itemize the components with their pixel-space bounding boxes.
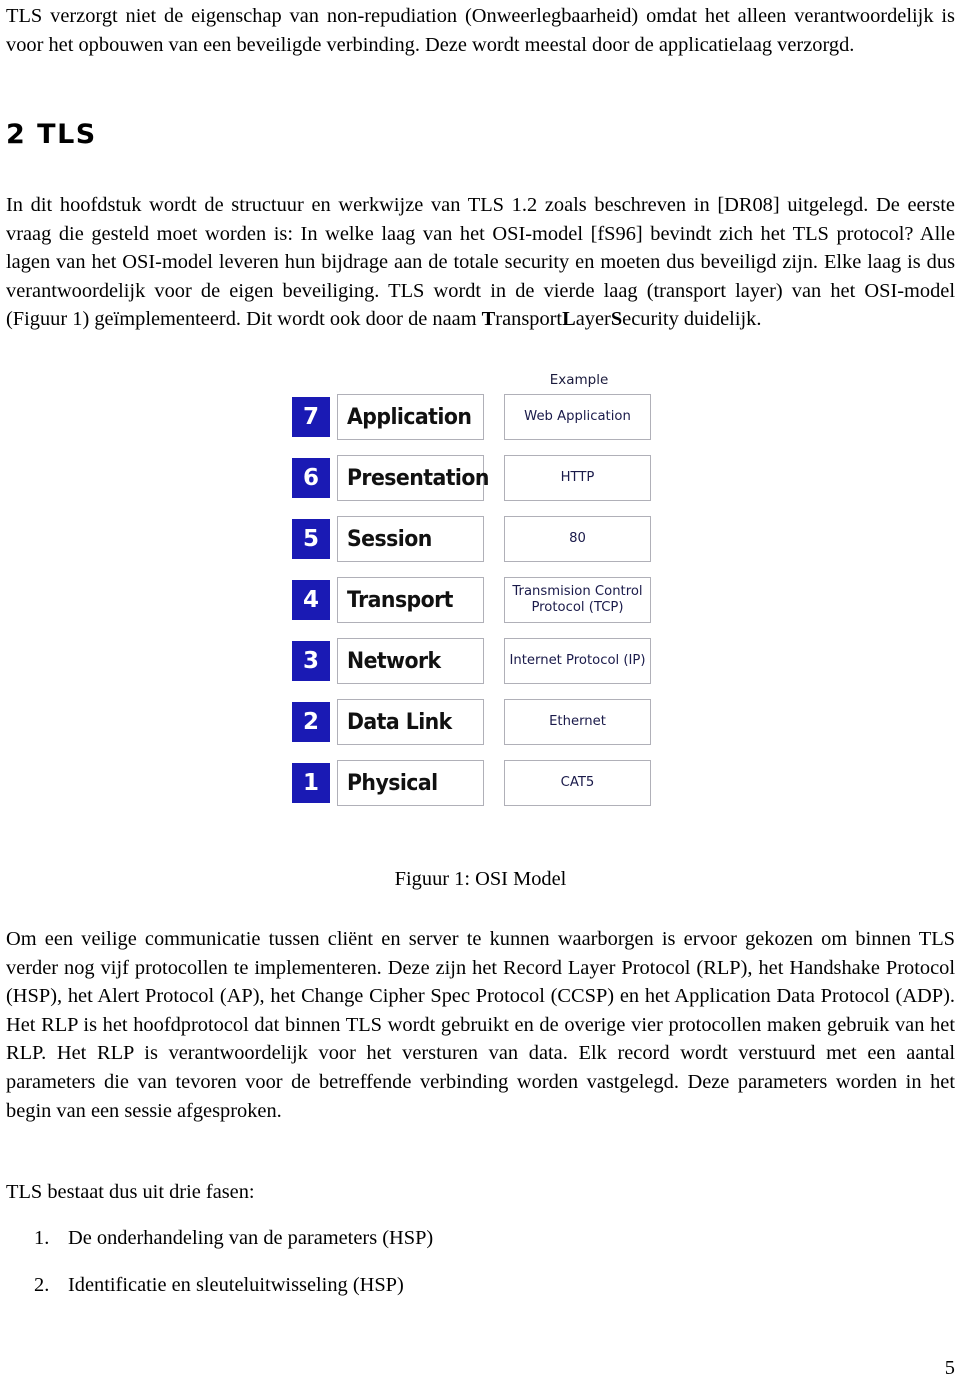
page-number: 5	[944, 1357, 955, 1379]
list-item-marker: 2.	[34, 1273, 50, 1296]
paragraph-main: In dit hoofdstuk wordt de structuur en w…	[6, 191, 955, 334]
osi-layer-name: Session	[347, 526, 432, 552]
osi-layer-name-box: Data Link	[337, 699, 484, 745]
osi-example-box: HTTP	[504, 455, 651, 501]
osi-layer-name: Data Link	[347, 709, 452, 735]
osi-example-text: HTTP	[560, 470, 595, 485]
osi-example-box: Transmision Control Protocol (TCP)	[504, 577, 651, 623]
osi-layer-number: 6	[292, 458, 330, 498]
list-item: 1. De onderhandeling van de parameters (H…	[6, 1224, 886, 1253]
osi-layer-name: Physical	[347, 770, 438, 796]
osi-example-box: 80	[504, 516, 651, 562]
osi-example-text: 80	[569, 531, 586, 546]
osi-layer-name: Presentation	[347, 465, 489, 491]
osi-layer-number: 4	[292, 580, 330, 620]
paragraph-main-text: In dit hoofdstuk wordt de structuur en w…	[6, 194, 955, 331]
paragraph-fasen-intro: TLS bestaat dus uit drie fasen:	[6, 1181, 255, 1203]
osi-layer-name: Network	[347, 648, 441, 674]
osi-layer-number: 2	[292, 702, 330, 742]
list-item-text: Identificatie en sleuteluitwisseling (HS…	[68, 1273, 404, 1296]
chapter-heading: 2 TLS	[6, 119, 97, 150]
osi-layer-number: 1	[292, 763, 330, 803]
paragraph-after-figure-wrapper: Om een veilige communicatie tussen cliën…	[6, 925, 955, 1125]
paragraph-intro: TLS verzorgt niet de eigenschap van non-…	[6, 5, 955, 56]
osi-layer-row: 3 Network Internet Protocol (IP)	[286, 638, 666, 686]
bold-cap-l: L	[562, 308, 576, 331]
osi-model-figure: Example 7 Application Web Application 6 Pres…	[286, 372, 666, 822]
bold-cap-t: T	[481, 308, 496, 331]
list-item: 2. Identificatie en sleuteluitwisseling (…	[6, 1271, 886, 1300]
osi-layer-name: Transport	[347, 587, 453, 613]
osi-example-text: Web Application	[524, 409, 631, 424]
osi-layer-name-box: Application	[337, 394, 484, 440]
osi-layer-number: 3	[292, 641, 330, 681]
osi-layer-row: 2 Data Link Ethernet	[286, 699, 666, 747]
paragraph-after-figure: Om een veilige communicatie tussen cliën…	[6, 928, 955, 1122]
osi-example-box: CAT5	[504, 760, 651, 806]
paragraph-main-wrapper: In dit hoofdstuk wordt de structuur en w…	[6, 191, 955, 334]
osi-layer-name-box: Physical	[337, 760, 484, 806]
osi-example-text: CAT5	[560, 775, 595, 790]
osi-layer-name-box: Transport	[337, 577, 484, 623]
osi-layer-row: 5 Session 80	[286, 516, 666, 564]
osi-layer-row: 1 Physical CAT5	[286, 760, 666, 808]
osi-example-text: Ethernet	[549, 714, 606, 729]
osi-layer-name-box: Session	[337, 516, 484, 562]
list-item-marker: 1.	[34, 1227, 50, 1249]
osi-layer-name-box: Presentation	[337, 455, 489, 501]
osi-layer-number: 5	[292, 519, 330, 559]
document-page: TLS verzorgt niet de eigenschap van non-…	[0, 0, 960, 1399]
osi-example-box: Internet Protocol (IP)	[504, 638, 651, 684]
osi-layer-row: 6 Presentation HTTP	[286, 455, 666, 503]
word-ransport: ransport	[495, 308, 563, 331]
word-ecurity: ecurity duidelijk.	[622, 308, 762, 331]
osi-example-text: Transmision Control Protocol (TCP)	[512, 584, 643, 615]
bold-cap-s: S	[610, 308, 623, 331]
osi-example-box: Web Application	[504, 394, 651, 440]
osi-layer-name: Application	[347, 404, 472, 430]
list-item-text: De onderhandeling van de parameters (HSP…	[68, 1227, 434, 1249]
osi-example-text: Internet Protocol (IP)	[509, 653, 646, 668]
word-ayer: ayer	[575, 308, 611, 331]
osi-layer-number: 7	[292, 397, 330, 437]
osi-layer-row: 4 Transport Transmision Control Protocol (…	[286, 577, 666, 625]
figure-example-column-header: Example	[549, 372, 609, 388]
osi-layer-row: 7 Application Web Application	[286, 394, 666, 442]
osi-example-box: Ethernet	[504, 699, 651, 745]
paragraph-intro-wrapper: TLS verzorgt niet de eigenschap van non-…	[6, 2, 955, 59]
fasen-list: 1. De onderhandeling van de parameters (H…	[6, 1224, 886, 1317]
figure-caption: Figuur 1: OSI Model	[394, 868, 567, 890]
osi-layer-name-box: Network	[337, 638, 484, 684]
paragraph-fasen-intro-wrapper: TLS bestaat dus uit drie fasen:	[6, 1178, 955, 1207]
